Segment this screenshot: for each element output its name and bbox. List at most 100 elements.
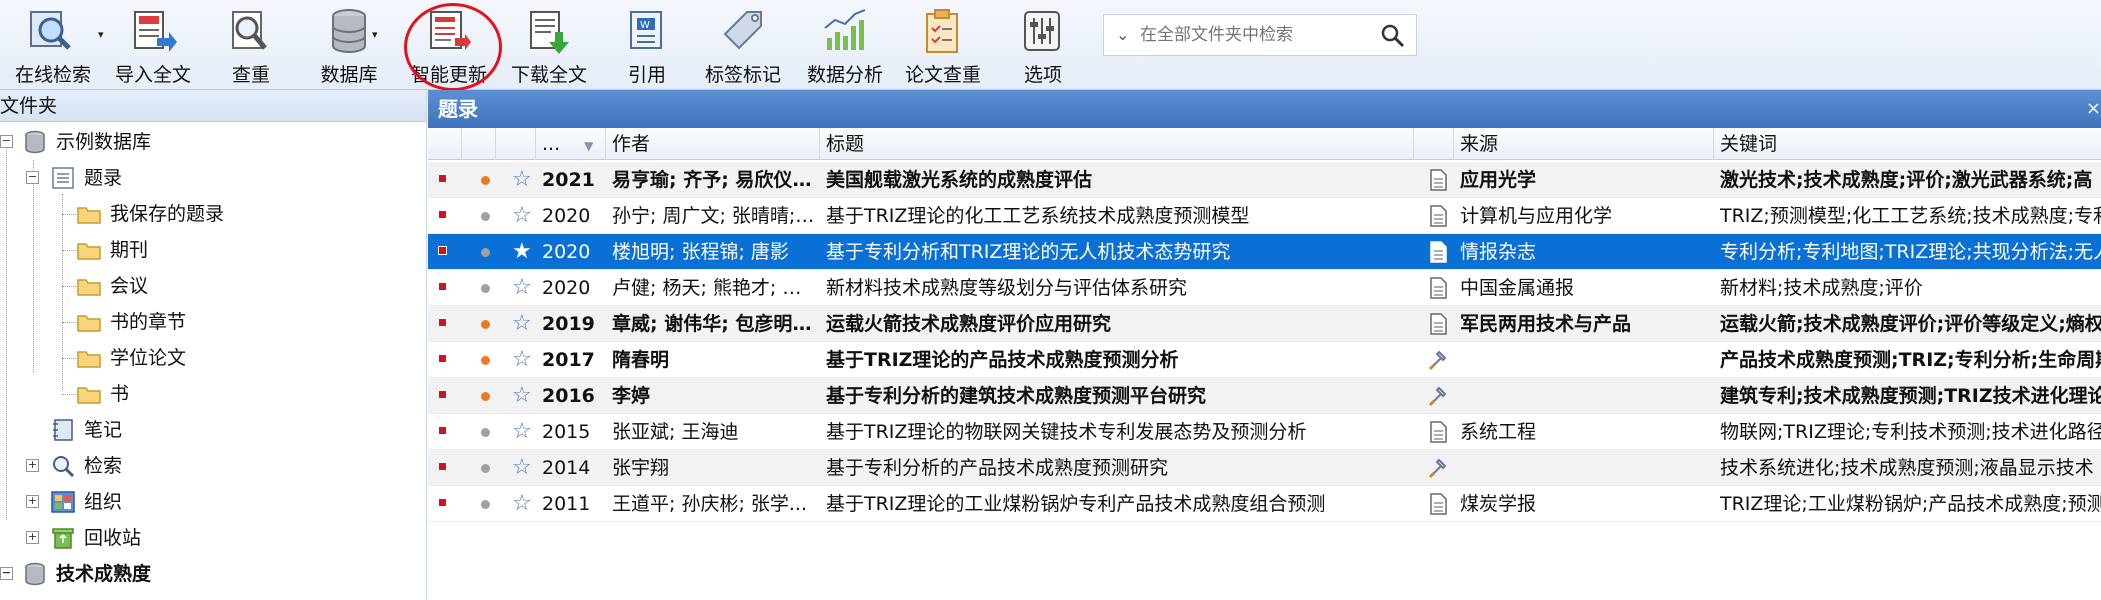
link-attachment-icon[interactable] — [1428, 349, 1448, 371]
link-attachment-icon[interactable] — [1428, 457, 1448, 479]
table-row[interactable]: ☆ 2020 孙宁; 周广文; 张晴晴; ... 基于TRIZ理论的化工工艺系统技术成… — [428, 198, 2101, 234]
read-status-icon[interactable] — [481, 284, 490, 293]
star-icon[interactable]: ☆ — [512, 486, 532, 522]
column-star[interactable] — [496, 128, 536, 160]
cell-title: 基于专利分析的建筑技术成熟度预测平台研究 — [826, 385, 1207, 407]
star-icon[interactable]: ☆ — [512, 270, 532, 306]
chevron-down-icon[interactable]: ▾ — [98, 28, 104, 41]
read-status-icon[interactable] — [481, 356, 490, 365]
table-row[interactable]: ☆ 2014 张宇翔 基于专利分析的产品技术成熟度预测研究 技术系统进化;技术成熟度预测… — [428, 450, 2101, 486]
read-status-icon[interactable] — [481, 248, 490, 257]
star-icon[interactable]: ☆ — [512, 306, 532, 342]
cell-author: 章威; 谢伟华; 包彦明; ... — [612, 313, 816, 335]
tree-item-label: 期刊 — [110, 239, 149, 261]
document-attachment-icon[interactable] — [1428, 169, 1448, 191]
column-keywords[interactable]: 关键词 — [1714, 128, 2101, 160]
star-icon[interactable]: ☆ — [512, 378, 532, 414]
document-attachment-icon[interactable] — [1428, 493, 1448, 515]
table-row[interactable]: ☆ 2019 章威; 谢伟华; 包彦明; ... 运载火箭技术成熟度评价应用研究 军民两… — [428, 306, 2101, 342]
read-status-icon[interactable] — [481, 212, 490, 221]
table-row[interactable]: ☆ 2021 易亨瑜; 齐予; 易欣仪; ... 美国舰载激光系统的成熟度评估 应用光学… — [428, 162, 2101, 198]
document-attachment-icon[interactable] — [1428, 421, 1448, 443]
database-icon — [25, 562, 45, 586]
star-icon[interactable]: ☆ — [512, 450, 532, 486]
flag-icon[interactable] — [438, 282, 447, 291]
flag-icon[interactable] — [438, 354, 447, 363]
folder-icon — [77, 351, 101, 368]
cell-keywords: TRIZ;预测模型;化工工艺系统;技术成熟度;专利 — [1720, 205, 2101, 227]
expand-toggle[interactable]: + — [26, 531, 39, 544]
paper-check-button[interactable]: 论文查重 — [905, 8, 981, 86]
import-fulltext-button[interactable]: 导入全文 — [115, 8, 191, 86]
column-title[interactable]: 标题 — [820, 128, 1414, 160]
read-status-icon[interactable] — [481, 176, 490, 185]
online-search-button[interactable]: ▾ 在线检索 — [15, 8, 104, 86]
folder-icon — [77, 387, 101, 404]
column-source[interactable]: 来源 — [1454, 128, 1714, 160]
search-icon[interactable] — [1380, 23, 1406, 49]
organize-icon — [51, 491, 75, 513]
tree-item-label: 书的章节 — [110, 311, 187, 333]
cite-button[interactable]: W 引用 — [616, 8, 678, 86]
document-attachment-icon[interactable] — [1428, 313, 1448, 335]
read-status-icon[interactable] — [481, 392, 490, 401]
recycle-bin-icon — [52, 528, 74, 549]
column-author[interactable]: 作者 — [606, 128, 820, 160]
column-title-label: 标题 — [826, 133, 865, 155]
close-icon[interactable]: × — [2086, 90, 2101, 128]
collapse-toggle[interactable]: − — [26, 171, 39, 184]
search-input[interactable] — [1140, 21, 1370, 49]
star-icon[interactable]: ☆ — [512, 198, 532, 234]
flag-icon[interactable] — [438, 210, 447, 219]
read-status-icon[interactable] — [481, 500, 490, 509]
read-status-icon[interactable] — [481, 428, 490, 437]
flag-icon[interactable] — [438, 318, 447, 327]
import-fulltext-icon — [134, 11, 177, 52]
table-row[interactable]: ☆ 2020 卢健; 杨天; 熊艳才; 张... 新材料技术成熟度等级划分与评估体系研… — [428, 270, 2101, 306]
column-read[interactable] — [462, 128, 496, 160]
table-row[interactable]: ☆ 2016 李婷 基于专利分析的建筑技术成熟度预测平台研究 建筑专利;技术成熟度预测;… — [428, 378, 2101, 414]
chevron-down-icon[interactable]: ⌄ — [1116, 25, 1129, 44]
table-row[interactable]: ☆ 2015 张亚斌; 王海迪 基于TRIZ理论的物联网关键技术专利发展态势及预测分析… — [428, 414, 2101, 450]
expand-toggle[interactable]: + — [26, 495, 39, 508]
column-attachment[interactable] — [1414, 128, 1454, 160]
star-icon[interactable]: ☆ — [512, 162, 532, 198]
check-duplicates-button[interactable]: 查重 — [220, 8, 282, 86]
flag-icon[interactable] — [438, 390, 447, 399]
tag-button[interactable]: 标签标记 — [705, 8, 781, 86]
expand-toggle[interactable]: + — [26, 459, 39, 472]
document-attachment-icon[interactable] — [1428, 277, 1448, 299]
collapse-toggle[interactable]: − — [0, 567, 13, 580]
check-duplicates-label: 查重 — [231, 64, 270, 86]
flag-icon[interactable] — [438, 426, 447, 435]
flag-icon[interactable] — [438, 498, 447, 507]
star-icon[interactable]: ☆ — [512, 342, 532, 378]
read-status-icon[interactable] — [481, 464, 490, 473]
document-attachment-icon[interactable] — [1428, 205, 1448, 227]
smart-update-button[interactable]: 智能更新 — [411, 8, 487, 86]
column-flag[interactable] — [428, 128, 462, 160]
table-row[interactable]: ★ 2020 楼旭明; 张程锦; 唐影 基于专利分析和TRIZ理论的无人机技术态势研究… — [428, 234, 2101, 270]
flag-icon[interactable] — [438, 462, 447, 471]
collapse-toggle[interactable]: − — [0, 135, 13, 148]
tree-line — [62, 322, 76, 323]
read-status-icon[interactable] — [481, 320, 490, 329]
download-fulltext-button[interactable]: 下载全文 — [511, 8, 587, 86]
data-analysis-button[interactable]: 数据分析 — [807, 8, 883, 86]
document-attachment-icon[interactable] — [1428, 241, 1448, 263]
flag-icon[interactable] — [438, 246, 447, 255]
flag-icon[interactable] — [438, 174, 447, 183]
database-button[interactable]: ▾ 数据库 — [318, 8, 380, 86]
options-button[interactable]: 选项 — [1012, 8, 1074, 86]
link-attachment-icon[interactable] — [1428, 385, 1448, 407]
table-row[interactable]: ☆ 2017 隋春明 基于TRIZ理论的产品技术成熟度预测分析 产品技术成熟度预测;TR… — [428, 342, 2101, 378]
star-icon[interactable]: ☆ — [512, 414, 532, 450]
cell-source: 应用光学 — [1460, 169, 1537, 191]
column-year[interactable]: ... ▼ — [536, 128, 606, 160]
search-box[interactable]: ⌄ — [1103, 14, 1417, 56]
cell-year: 2020 — [542, 241, 591, 263]
table-row[interactable]: ☆ 2011 王道平; 孙庆彬; 张学... 基于TRIZ理论的工业煤粉锅炉专利产品技… — [428, 486, 2101, 522]
star-icon[interactable]: ★ — [512, 234, 532, 270]
chevron-down-icon[interactable]: ▾ — [372, 28, 378, 41]
tree-line — [62, 394, 76, 395]
